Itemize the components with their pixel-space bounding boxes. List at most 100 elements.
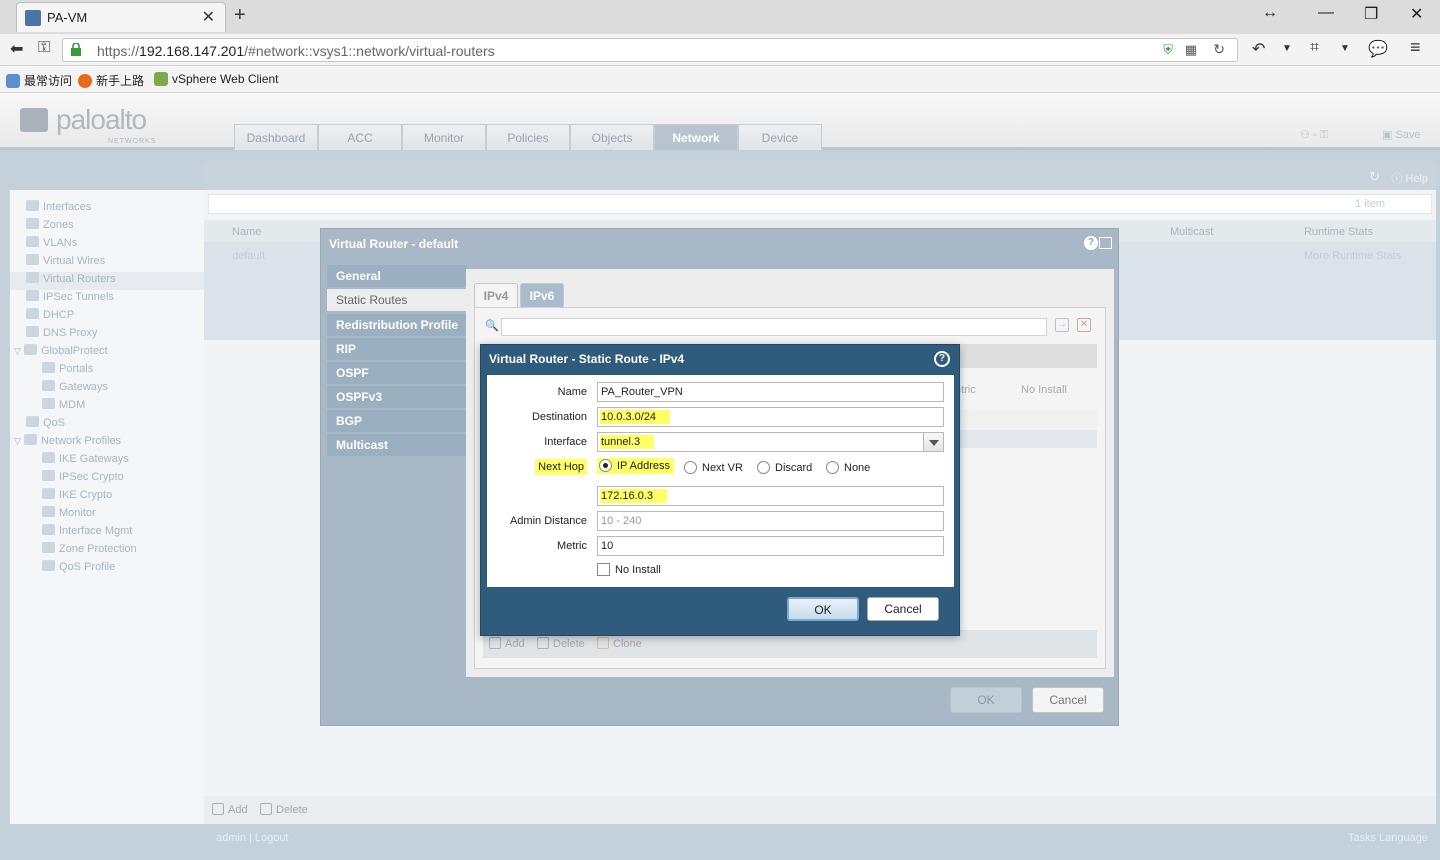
nav-item-zone-protection[interactable]: Zone Protection [26, 542, 204, 560]
save-button[interactable]: ▣ Save [1382, 128, 1421, 141]
side-tab-rip[interactable]: RIP [327, 338, 467, 360]
nav-item-interface-mgmt[interactable]: Interface Mgmt [26, 524, 204, 542]
side-tab-ospf[interactable]: OSPF [327, 362, 467, 384]
admin-logout-link[interactable]: admin | Logout [216, 832, 289, 844]
close-window-icon[interactable]: ✕ [1410, 4, 1423, 24]
bookmark-most-visited[interactable]: 最常访问 [6, 72, 72, 89]
outer-ok-button[interactable]: OK [950, 687, 1022, 713]
nav-item-ike-crypto[interactable]: IKE Crypto [26, 488, 204, 506]
destination-field[interactable]: 10.0.3.0/24 [597, 407, 944, 427]
expand-icon[interactable]: ▽ [14, 436, 21, 446]
ok-button[interactable]: OK [787, 597, 859, 621]
main-search-bar[interactable]: 1 item [208, 194, 1432, 214]
nav-item-zones[interactable]: Zones [26, 218, 204, 236]
nav-item-interfaces[interactable]: Interfaces [26, 200, 204, 218]
bookmark-vsphere[interactable]: vSphere Web Client [154, 72, 279, 86]
nav-item-ipsec-crypto[interactable]: IPSec Crypto [26, 470, 204, 488]
minimize-icon[interactable]: — [1318, 4, 1334, 22]
row-runtime-stats[interactable]: More Runtime Stats [1304, 250, 1401, 262]
crop-menu-icon[interactable]: ▼ [1340, 43, 1350, 54]
help-button[interactable]: ⓘ Help [1391, 170, 1428, 186]
apply-filter-icon[interactable]: → [1055, 318, 1069, 332]
nav-item-qos-profile[interactable]: QoS Profile [26, 560, 204, 578]
outer-cancel-button[interactable]: Cancel [1032, 687, 1104, 713]
tab-monitor[interactable]: Monitor [402, 124, 486, 150]
tab-ipv4[interactable]: IPv4 [474, 283, 518, 307]
route-add-button[interactable]: Add [489, 637, 525, 650]
nav-item-ike-gateways[interactable]: IKE Gateways [26, 452, 204, 470]
nav-item-dns-proxy[interactable]: DNS Proxy [26, 326, 204, 344]
tab-acc[interactable]: ACC [318, 124, 402, 150]
resize-icon[interactable]: ↔ [1262, 4, 1278, 22]
undo-menu-icon[interactable]: ▼ [1282, 43, 1292, 54]
commit-icon[interactable]: ⚇ ▫ ⚿ [1300, 128, 1328, 142]
url-bar[interactable]: https://192.168.147.201/#network::vsys1:… [62, 38, 1238, 62]
name-label: Name [557, 386, 587, 398]
nav-item-globalprotect[interactable]: ▽ GlobalProtect [14, 344, 204, 362]
nav-item-network-profiles[interactable]: ▽ Network Profiles [14, 434, 204, 452]
close-tab-icon[interactable]: ✕ [202, 7, 215, 27]
side-tab-redistribution-profile[interactable]: Redistribution Profile [327, 314, 467, 336]
nexthop-next-vr-radio[interactable]: Next VR [684, 461, 743, 474]
nav-item-gateways[interactable]: Gateways [26, 380, 204, 398]
main-add-button[interactable]: Add [212, 803, 248, 816]
help-icon[interactable]: ? [934, 351, 950, 367]
side-tab-general[interactable]: General [327, 265, 467, 287]
tab-objects[interactable]: Objects [570, 124, 654, 150]
crop-icon[interactable]: ⌗ [1310, 39, 1319, 57]
new-tab-icon[interactable]: + [234, 4, 246, 27]
nav-item-dhcp[interactable]: DHCP [26, 308, 204, 326]
maximize-icon[interactable]: ❐ [1364, 4, 1378, 24]
tab-dashboard[interactable]: Dashboard [234, 124, 318, 150]
firefox-icon [78, 74, 92, 88]
undo-icon[interactable]: ↶ [1252, 39, 1265, 59]
no-install-checkbox[interactable]: No Install [597, 563, 661, 576]
nexthop-none-radio[interactable]: None [826, 461, 870, 474]
menu-icon[interactable]: ≡ [1410, 37, 1421, 58]
nexthop-ip-address-radio[interactable]: IP Address [597, 458, 674, 474]
key-icon[interactable]: ⚿ [38, 39, 50, 57]
nav-item-ipsec-tunnels[interactable]: IPSec Tunnels [26, 290, 204, 308]
refresh-icon[interactable]: ↻ [1369, 169, 1380, 185]
name-field[interactable]: PA_Router_VPN [597, 382, 944, 402]
nexthop-discard-radio[interactable]: Discard [757, 461, 812, 474]
row-name[interactable]: default [232, 250, 265, 262]
admin-distance-field[interactable]: 10 - 240 [597, 511, 944, 531]
side-tab-ospfv3[interactable]: OSPFv3 [327, 386, 467, 408]
shield-icon[interactable]: ⛨ [1163, 42, 1173, 58]
main-delete-button[interactable]: Delete [260, 803, 308, 816]
route-clone-button[interactable]: Clone [597, 637, 642, 650]
tab-ipv6[interactable]: IPv6 [520, 283, 564, 307]
nexthop-ip-field[interactable]: 172.16.0.3 [597, 486, 944, 506]
clear-filter-icon[interactable]: ✕ [1077, 318, 1091, 332]
interface-select[interactable]: tunnel.3 [597, 432, 944, 452]
side-tab-multicast[interactable]: Multicast [327, 434, 467, 456]
nav-item-vlans[interactable]: VLANs [26, 236, 204, 254]
nav-item-qos[interactable]: QoS [26, 416, 204, 434]
back-icon[interactable]: ⬅ [10, 39, 23, 59]
route-delete-button[interactable]: Delete [537, 637, 585, 650]
cancel-button[interactable]: Cancel [867, 597, 939, 621]
bookmark-getting-started[interactable]: 新手上路 [78, 72, 144, 89]
help-icon[interactable]: ? [1084, 236, 1098, 250]
nav-item-mdm[interactable]: MDM [26, 398, 204, 416]
tab-network[interactable]: Network [654, 124, 738, 150]
metric-field[interactable]: 10 [597, 536, 944, 556]
maximize-dialog-icon[interactable] [1099, 237, 1112, 249]
nav-item-monitor[interactable]: Monitor [26, 506, 204, 524]
qr-code-icon[interactable]: ▦ [1185, 42, 1197, 58]
nav-item-virtual-routers[interactable]: Virtual Routers [10, 272, 204, 290]
browser-tab[interactable]: PA-VM ✕ [16, 2, 226, 32]
side-tab-static-routes[interactable]: Static Routes [327, 289, 467, 311]
chat-icon[interactable]: 💬 [1368, 39, 1388, 59]
route-search-input[interactable] [501, 318, 1047, 336]
tab-policies[interactable]: Policies [486, 124, 570, 150]
reload-icon[interactable]: ↻ [1213, 41, 1225, 58]
tasks-language-links[interactable]: Tasks Language [1348, 832, 1428, 844]
nav-item-virtual-wires[interactable]: Virtual Wires [26, 254, 204, 272]
side-tab-bgp[interactable]: BGP [327, 410, 467, 432]
expand-icon[interactable]: ▽ [14, 346, 21, 356]
nav-item-portals[interactable]: Portals [26, 362, 204, 380]
chevron-down-icon[interactable] [923, 432, 944, 452]
tab-device[interactable]: Device [738, 124, 822, 150]
